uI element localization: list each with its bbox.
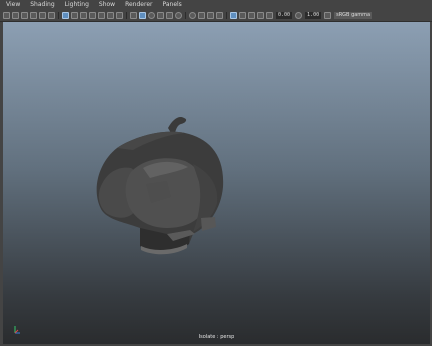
viewport-hud-label: Isolate : persp bbox=[198, 334, 235, 340]
toolbar-separator bbox=[58, 12, 59, 19]
exposure-icon[interactable] bbox=[266, 12, 273, 19]
toolbar-separator bbox=[226, 12, 227, 19]
field-chart-icon[interactable] bbox=[98, 12, 105, 19]
bookmarks-icon[interactable] bbox=[21, 12, 28, 19]
menu-renderer[interactable]: Renderer bbox=[125, 0, 152, 10]
resolution-gate-icon[interactable] bbox=[80, 12, 87, 19]
image-plane-icon[interactable] bbox=[30, 12, 37, 19]
color-management-icon[interactable] bbox=[324, 12, 332, 19]
safe-title-icon[interactable] bbox=[116, 12, 123, 19]
toolbar-separator bbox=[185, 12, 186, 19]
screen-space-ao-icon[interactable] bbox=[198, 12, 205, 19]
perspective-viewport[interactable]: Isolate : persp bbox=[3, 22, 430, 344]
select-camera-icon[interactable] bbox=[3, 12, 10, 19]
camera-attributes-icon[interactable] bbox=[12, 12, 19, 19]
safe-action-icon[interactable] bbox=[107, 12, 114, 19]
menu-lighting[interactable]: Lighting bbox=[65, 0, 89, 10]
wireframe-icon[interactable] bbox=[130, 12, 137, 19]
color-space-dropdown[interactable]: sRGB gamma bbox=[334, 12, 373, 19]
menu-show[interactable]: Show bbox=[99, 0, 115, 10]
anti-aliasing-icon[interactable] bbox=[216, 12, 223, 19]
gamma-icon[interactable] bbox=[295, 12, 303, 19]
default-material-icon[interactable] bbox=[148, 12, 155, 19]
film-gate-icon[interactable] bbox=[71, 12, 78, 19]
shadows-icon[interactable] bbox=[189, 12, 196, 19]
use-all-lights-icon[interactable] bbox=[175, 12, 182, 19]
wireframe-on-shaded-icon[interactable] bbox=[157, 12, 164, 19]
exposure-field[interactable]: 0.00 bbox=[276, 12, 293, 19]
textured-icon[interactable] bbox=[166, 12, 173, 19]
menu-shading[interactable]: Shading bbox=[30, 0, 54, 10]
panel-toolbar: 0.00 1.00 sRGB gamma bbox=[0, 10, 432, 22]
menu-panels[interactable]: Panels bbox=[162, 0, 181, 10]
isolate-select-icon[interactable] bbox=[230, 12, 237, 19]
grid-icon[interactable] bbox=[62, 12, 69, 19]
smooth-shade-icon[interactable] bbox=[139, 12, 146, 19]
panel-menubar: View Shading Lighting Show Renderer Pane… bbox=[0, 0, 432, 10]
grease-pencil-icon[interactable] bbox=[48, 12, 55, 19]
toolbar-separator bbox=[126, 12, 127, 19]
mesh-render bbox=[96, 117, 224, 255]
menu-view[interactable]: View bbox=[6, 0, 20, 10]
gamma-field[interactable]: 1.00 bbox=[305, 12, 322, 19]
backface-culling-icon[interactable] bbox=[257, 12, 264, 19]
x-ray-joints-icon[interactable] bbox=[248, 12, 255, 19]
x-ray-icon[interactable] bbox=[239, 12, 246, 19]
two-d-pan-zoom-icon[interactable] bbox=[39, 12, 46, 19]
motion-blur-icon[interactable] bbox=[207, 12, 214, 19]
gate-mask-icon[interactable] bbox=[89, 12, 96, 19]
